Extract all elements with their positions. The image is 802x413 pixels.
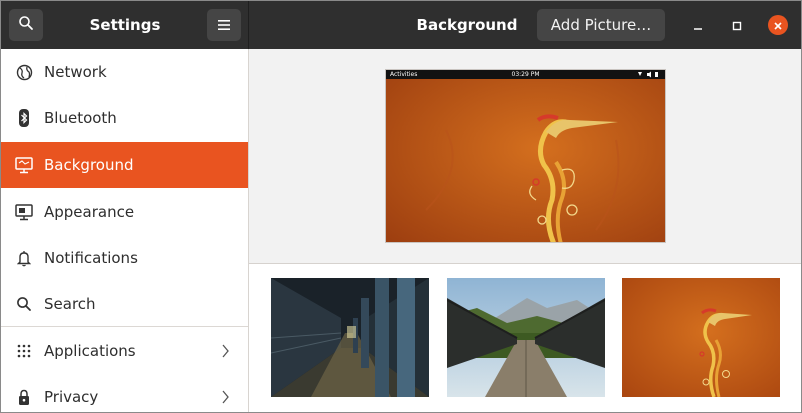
hamburger-menu-button[interactable] — [207, 9, 241, 41]
bridge-mountain-thumbnail[interactable] — [447, 278, 605, 397]
bridge-mountain-image — [447, 278, 605, 397]
sidebar-item-label: Network — [44, 63, 107, 81]
add-picture-button[interactable]: Add Picture… — [537, 9, 665, 41]
lock-icon — [15, 388, 33, 406]
ubuntu-heron-wallpaper-thumbnail[interactable] — [622, 278, 780, 397]
minimize-icon — [693, 16, 703, 35]
minimize-button[interactable] — [688, 15, 708, 35]
maximize-icon — [732, 16, 742, 35]
sidebar-item-appearance[interactable]: Appearance — [1, 189, 248, 235]
background-gallery — [249, 264, 801, 412]
sidebar-item-search[interactable]: Search — [1, 281, 248, 327]
settings-title: Settings — [89, 16, 161, 34]
sidebar-item-applications[interactable]: Applications — [1, 328, 248, 374]
heron-wallpaper-image — [386, 70, 665, 242]
sidebar-item-label: Notifications — [44, 249, 138, 267]
hamburger-menu-icon — [217, 16, 231, 35]
sidebar-item-label: Search — [44, 295, 96, 313]
sidebar-separator — [1, 326, 248, 327]
sidebar-item-label: Appearance — [44, 203, 135, 221]
heron-wallpaper-thumbnail-image — [622, 278, 780, 397]
sidebar-item-label: Privacy — [44, 388, 99, 406]
sidebar-item-label: Background — [44, 156, 134, 174]
panel-title: Background — [416, 16, 518, 34]
chevron-right-icon — [220, 389, 230, 405]
subway-platform-image — [271, 278, 429, 397]
sidebar-item-privacy[interactable]: Privacy — [1, 374, 248, 412]
chevron-right-icon — [220, 343, 230, 359]
preview-system-indicators — [637, 71, 661, 81]
sidebar-item-bluetooth[interactable]: Bluetooth — [1, 95, 248, 141]
header-bar: Settings Background Add Picture… — [1, 1, 801, 49]
settings-window: Settings Background Add Picture… Network — [0, 0, 802, 413]
appearance-icon — [15, 203, 33, 221]
search-button[interactable] — [9, 9, 43, 41]
sidebar-item-label: Bluetooth — [44, 109, 117, 127]
apps-grid-icon — [15, 342, 33, 360]
sidebar-item-background[interactable]: Background — [1, 142, 248, 188]
maximize-button[interactable] — [727, 15, 747, 35]
search-icon — [15, 295, 33, 313]
bluetooth-icon — [15, 109, 33, 127]
preview-top-bar: Activities 03:29 PM — [386, 70, 665, 79]
close-button[interactable] — [768, 15, 788, 35]
preview-area: Activities 03:29 PM — [249, 49, 801, 263]
network-icon — [15, 63, 33, 81]
background-icon — [15, 156, 33, 174]
current-background-preview: Activities 03:29 PM — [385, 69, 666, 243]
preview-clock: 03:29 PM — [511, 71, 540, 78]
bell-icon — [15, 249, 33, 267]
sidebar-item-notifications[interactable]: Notifications — [1, 235, 248, 281]
sidebar-item-label: Applications — [44, 342, 136, 360]
sidebar: Network Bluetooth Background Appearance … — [1, 49, 249, 412]
search-icon — [18, 15, 34, 35]
header-divider — [248, 1, 249, 49]
close-icon — [773, 16, 783, 35]
sidebar-item-network[interactable]: Network — [1, 49, 248, 95]
background-panel: Activities 03:29 PM — [249, 49, 801, 412]
subway-platform-thumbnail[interactable] — [271, 278, 429, 397]
